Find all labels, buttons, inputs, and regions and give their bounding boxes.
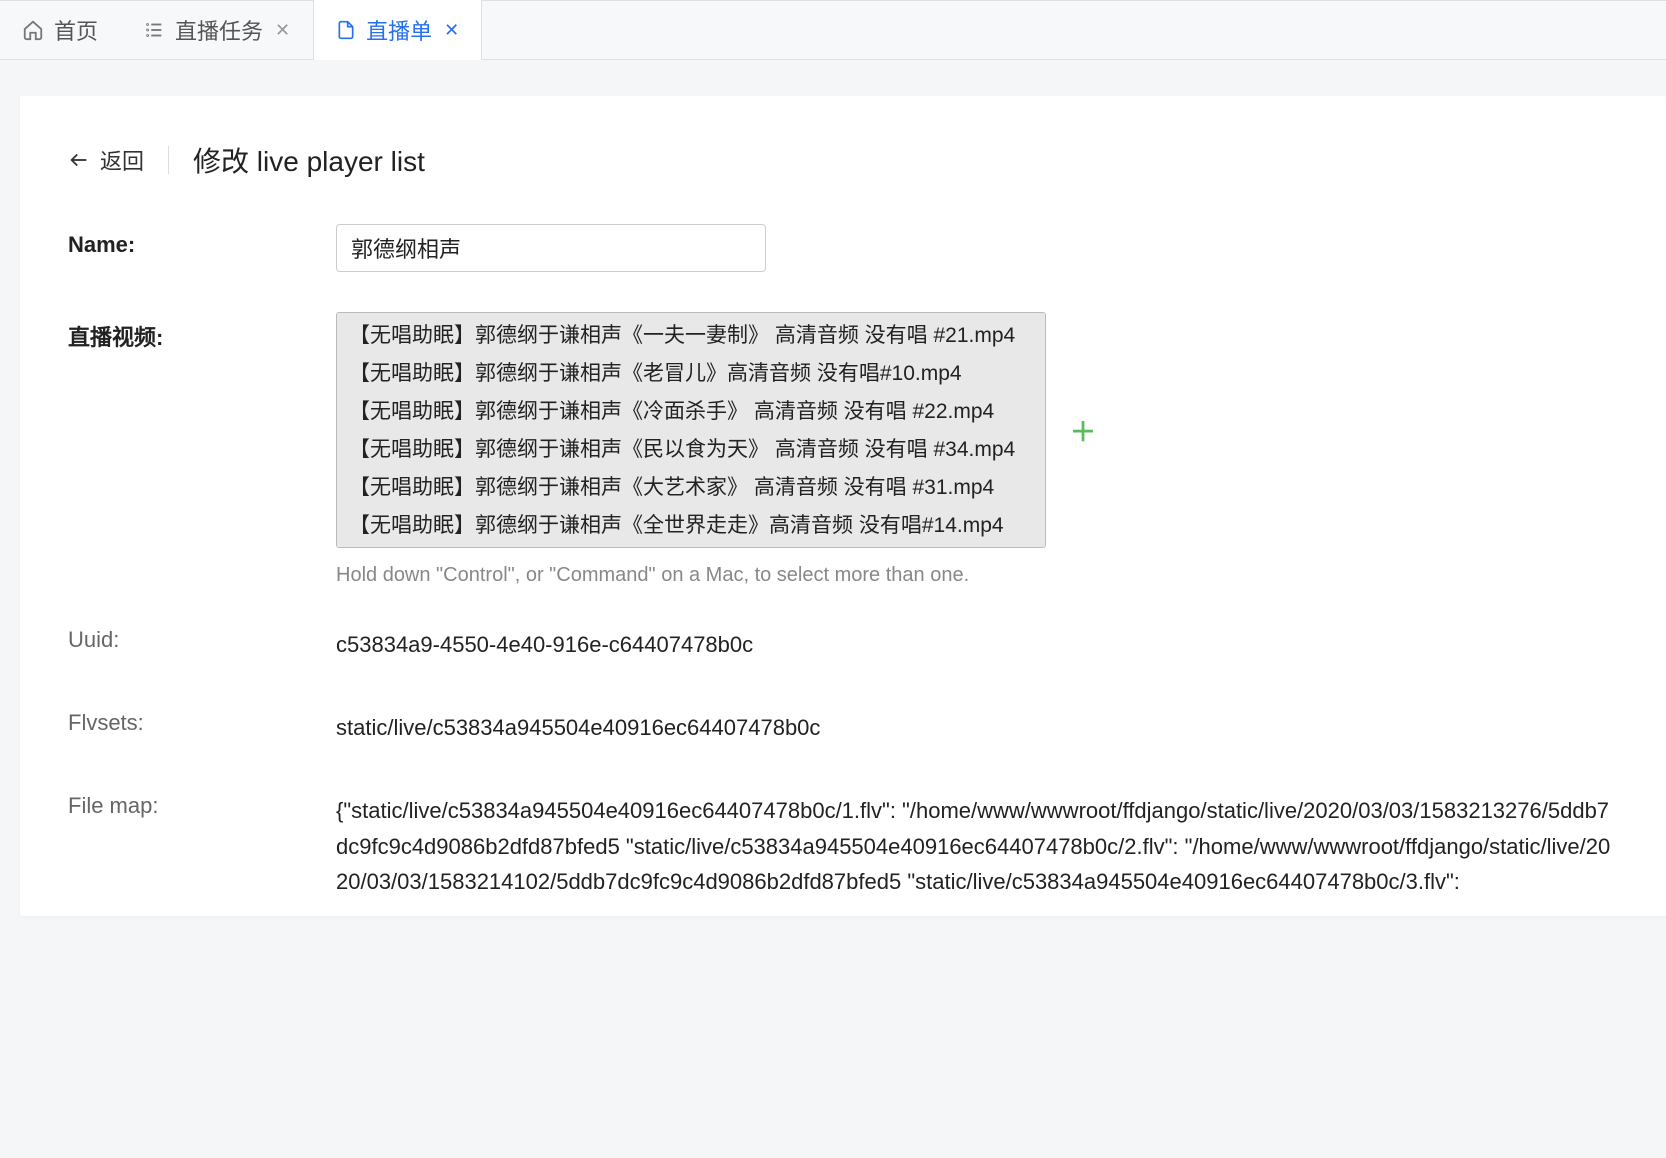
tab-playlist[interactable]: 直播单 ✕	[313, 0, 482, 60]
top-tabs: 首页 直播任务 ✕ 直播单 ✕	[0, 0, 1666, 60]
video-option[interactable]: 【无唱助眠】郭德纲于谦相声《一夫一妻制》 高清音频 没有唱 #21.mp4	[337, 315, 1045, 353]
video-option[interactable]: 【无唱助眠】郭德纲于谦相声《老冒儿》高清音频 没有唱#10.mp4	[337, 353, 1045, 391]
help-text: Hold down "Control", or "Command" on a M…	[336, 564, 1618, 587]
main-card: 返回 修改 live player list Name: 直播视频: 【无唱助眠…	[20, 96, 1666, 916]
close-icon[interactable]: ✕	[444, 20, 459, 41]
tab-playlist-label: 直播单	[366, 14, 432, 46]
list-icon	[143, 19, 165, 41]
divider	[168, 146, 169, 174]
add-icon[interactable]: ＋	[1062, 404, 1104, 457]
video-option[interactable]: 【无唱助眠】郭德纲于谦相声《民以食为天》 高清音频 没有唱 #34.mp4	[337, 429, 1045, 467]
tab-tasks[interactable]: 直播任务 ✕	[121, 1, 313, 59]
name-label: Name:	[68, 224, 336, 258]
video-label: 直播视频:	[68, 312, 336, 352]
tab-home-label: 首页	[54, 14, 98, 46]
tab-home[interactable]: 首页	[0, 1, 121, 59]
video-option[interactable]: 【无唱助眠】郭德纲于谦相声《全世界走走》高清音频 没有唱#14.mp4	[337, 505, 1045, 543]
flvsets-label: Flvsets:	[68, 710, 336, 736]
uuid-label: Uuid:	[68, 627, 336, 653]
back-button[interactable]: 返回	[68, 144, 144, 176]
video-multiselect[interactable]: 【无唱助眠】郭德纲于谦相声《一夫一妻制》 高清音频 没有唱 #21.mp4【无唱…	[336, 312, 1046, 548]
filemap-label: File map:	[68, 793, 336, 819]
video-option[interactable]: 【无唱助眠】郭德纲于谦相声《冷面杀手》 高清音频 没有唱 #22.mp4	[337, 391, 1045, 429]
flvsets-value: static/live/c53834a945504e40916ec6440747…	[336, 710, 1618, 745]
uuid-value: c53834a9-4550-4e40-916e-c64407478b0c	[336, 627, 1618, 662]
tab-tasks-label: 直播任务	[175, 14, 263, 46]
filemap-value: {"static/live/c53834a945504e40916ec64407…	[336, 793, 1618, 899]
home-icon	[22, 19, 44, 41]
video-option[interactable]: 【无唱助眠】郭德纲于谦相声《于家爷俩非洲游》高清音频 没有唱#18.mp4	[337, 543, 1045, 548]
page-title: 修改 live player list	[193, 140, 425, 180]
name-input[interactable]	[336, 224, 766, 272]
close-icon[interactable]: ✕	[275, 20, 290, 41]
back-label: 返回	[100, 144, 144, 176]
video-option[interactable]: 【无唱助眠】郭德纲于谦相声《大艺术家》 高清音频 没有唱 #31.mp4	[337, 467, 1045, 505]
file-icon	[336, 20, 356, 40]
